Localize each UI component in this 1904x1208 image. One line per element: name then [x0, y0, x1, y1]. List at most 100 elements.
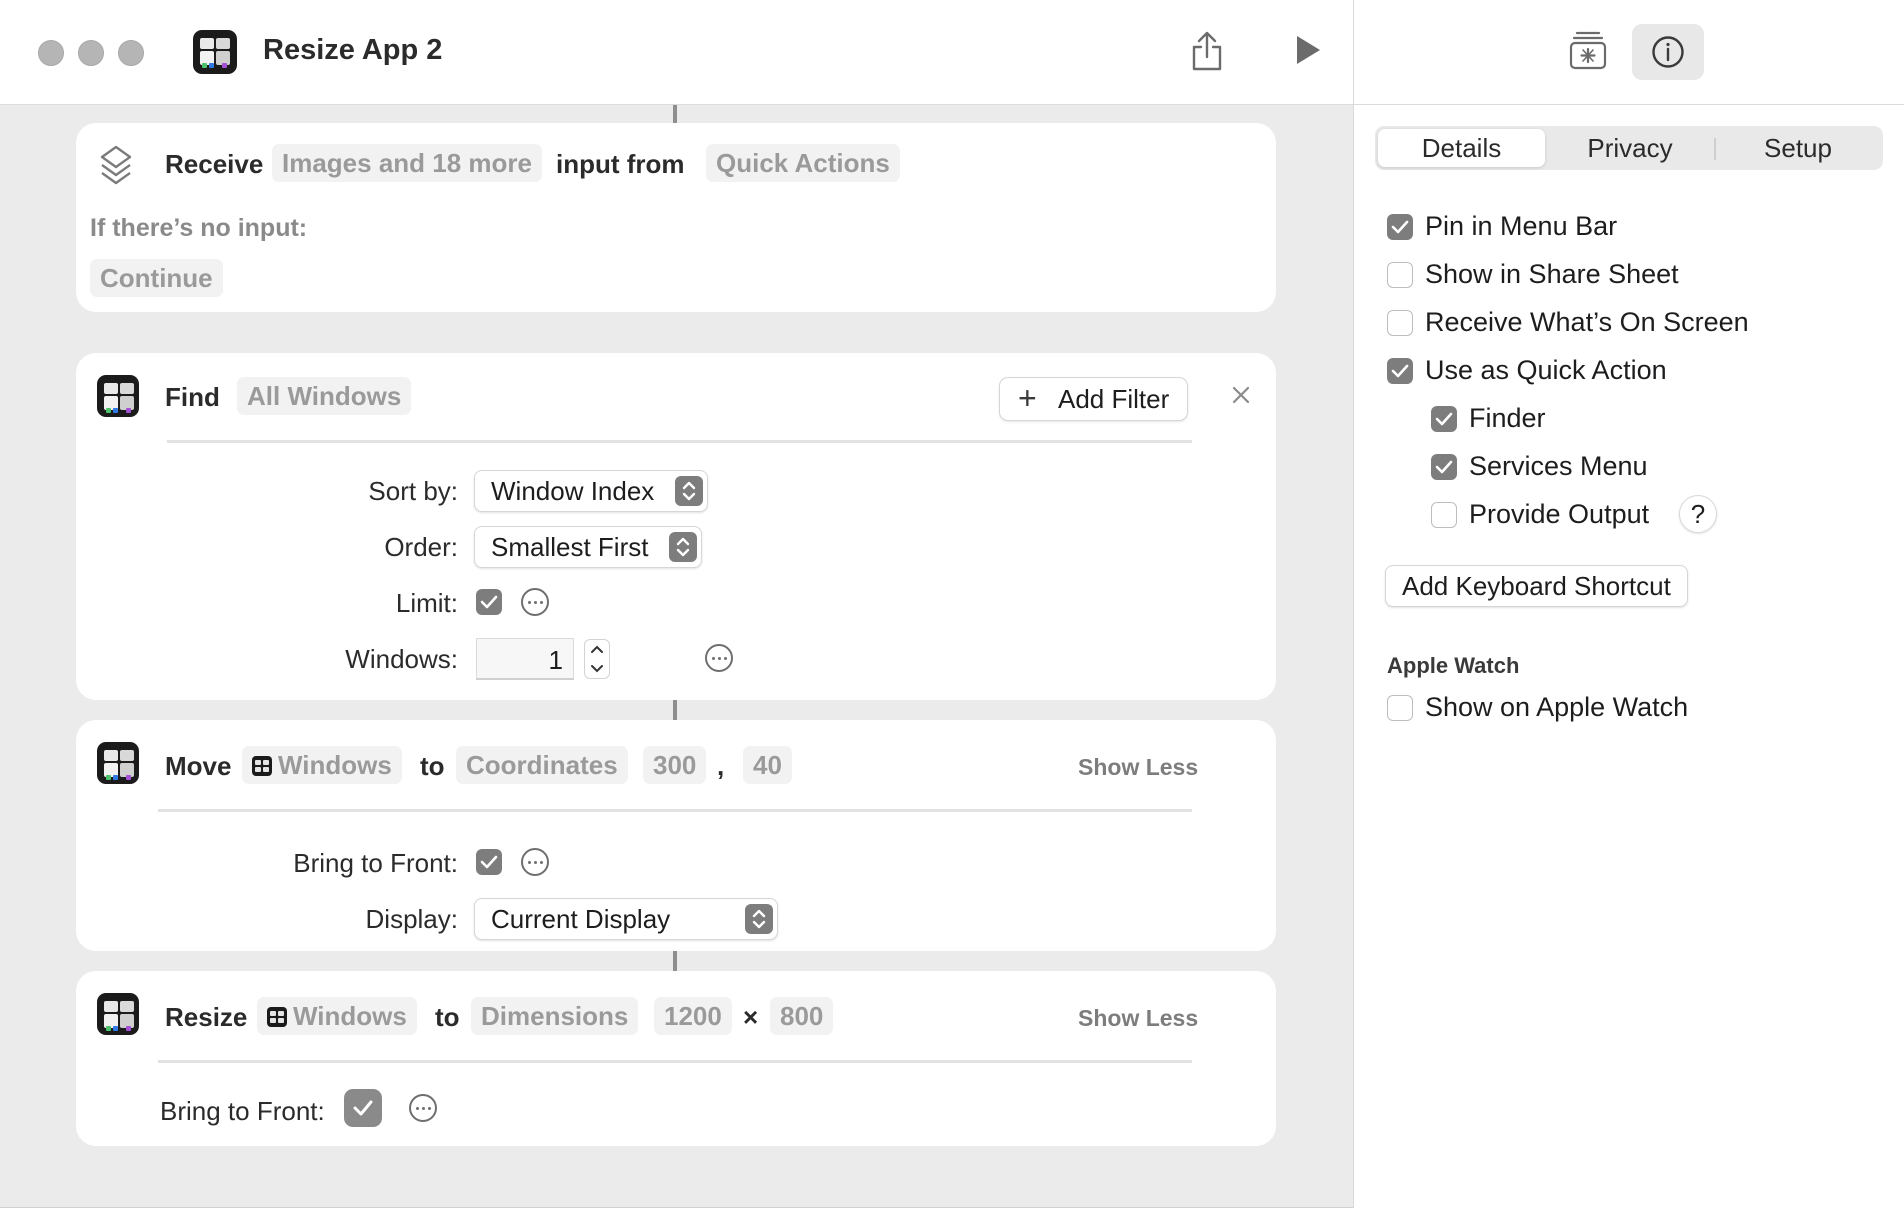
display-label: Display:	[365, 904, 458, 934]
move-verb: Move	[165, 751, 232, 781]
windows-count-field[interactable]: 1	[476, 638, 574, 680]
windows-count-label: Windows:	[345, 644, 458, 674]
find-verb: Find	[165, 382, 220, 412]
sort-by-label: Sort by:	[368, 476, 458, 506]
divider	[158, 809, 1192, 812]
title-bar: Resize App 2	[0, 0, 1353, 105]
services-menu-label: Services Menu	[1469, 451, 1648, 481]
more-options-icon[interactable]	[521, 848, 549, 876]
show-less-button[interactable]: Show Less	[1078, 1005, 1198, 1032]
windows-variable-icon	[252, 756, 272, 776]
display-popup[interactable]: Current Display	[474, 898, 778, 940]
resize-window-action-card[interactable]: Resize Windows to Dimensions 1200 × 800 …	[76, 971, 1276, 1146]
dimension-times-sign: ×	[743, 1002, 759, 1032]
app-action-icon	[97, 375, 139, 417]
details-sidebar: Details Privacy Setup Pin in Menu Bar Sh…	[1353, 0, 1904, 1208]
divider	[167, 440, 1192, 443]
editor-canvas: Receive Images and 18 more input from Qu…	[0, 105, 1353, 1208]
info-button[interactable]	[1632, 24, 1704, 80]
chevron-up-down-icon	[675, 476, 703, 506]
more-options-icon[interactable]	[409, 1094, 437, 1122]
info-icon	[1652, 36, 1684, 68]
finder-label: Finder	[1469, 403, 1546, 433]
limit-label: Limit:	[395, 588, 458, 618]
finder-checkbox[interactable]	[1431, 406, 1457, 432]
pin-in-menu-bar-checkbox[interactable]	[1387, 214, 1413, 240]
add-filter-label: Add Filter	[1058, 384, 1170, 414]
no-input-action-token[interactable]: Continue	[90, 259, 223, 297]
chevron-up-down-icon	[669, 532, 697, 562]
coordinate-comma: ,	[717, 751, 725, 781]
resize-width-token[interactable]: 1200	[654, 997, 732, 1035]
move-x-token[interactable]: 300	[643, 746, 707, 784]
use-as-quick-action-checkbox[interactable]	[1387, 358, 1413, 384]
receive-action-card[interactable]: Receive Images and 18 more input from Qu…	[76, 123, 1276, 312]
move-target-token[interactable]: Windows	[242, 746, 402, 784]
more-options-icon[interactable]	[705, 644, 733, 672]
more-options-icon[interactable]	[521, 588, 549, 616]
run-play-icon[interactable]	[1290, 30, 1326, 70]
limit-checkbox[interactable]	[476, 589, 502, 615]
order-value: Smallest First	[491, 532, 649, 562]
resize-target-label: Windows	[293, 1001, 407, 1031]
chevron-up-down-icon	[745, 904, 773, 934]
order-popup[interactable]: Smallest First	[474, 526, 702, 568]
move-to-label: to	[420, 751, 445, 781]
display-value: Current Display	[491, 904, 671, 934]
no-input-label: If there’s no input:	[90, 214, 308, 242]
order-label: Order:	[384, 532, 458, 562]
move-y-token[interactable]: 40	[743, 746, 792, 784]
find-windows-action-card[interactable]: Find All Windows + Add Filter Sort by: W…	[76, 353, 1276, 700]
tab-setup[interactable]: Setup	[1716, 129, 1880, 167]
minimize-window-button[interactable]	[78, 40, 104, 66]
resize-mode-token[interactable]: Dimensions	[471, 997, 639, 1035]
bring-to-front-label: Bring to Front:	[160, 1096, 325, 1126]
show-in-share-sheet-checkbox[interactable]	[1387, 262, 1413, 288]
receive-verb: Receive	[165, 149, 264, 179]
input-types-token[interactable]: Images and 18 more	[272, 144, 542, 182]
show-on-apple-watch-label: Show on Apple Watch	[1425, 692, 1689, 722]
resize-to-label: to	[435, 1002, 460, 1032]
windows-count-stepper[interactable]	[584, 639, 610, 679]
flow-connector	[673, 105, 677, 123]
move-window-action-card[interactable]: Move Windows to Coordinates 300 , 40 Sho…	[76, 720, 1276, 951]
window-title[interactable]: Resize App 2	[263, 34, 442, 67]
bring-to-front-checkbox[interactable]	[344, 1089, 382, 1127]
input-from-label: input from	[556, 149, 685, 179]
divider	[158, 1060, 1192, 1063]
apple-watch-heading: Apple Watch	[1387, 653, 1520, 678]
show-on-apple-watch-checkbox[interactable]	[1387, 695, 1413, 721]
receive-on-screen-label: Receive What’s On Screen	[1425, 307, 1749, 337]
share-icon[interactable]	[1185, 26, 1229, 76]
services-menu-checkbox[interactable]	[1431, 454, 1457, 480]
resize-target-token[interactable]: Windows	[257, 997, 417, 1035]
bring-to-front-checkbox[interactable]	[476, 849, 502, 875]
move-mode-token[interactable]: Coordinates	[456, 746, 628, 784]
zoom-window-button[interactable]	[118, 40, 144, 66]
add-keyboard-shortcut-button[interactable]: Add Keyboard Shortcut	[1385, 565, 1688, 607]
sidebar-tab-control: Details Privacy Setup	[1375, 126, 1883, 170]
receive-on-screen-checkbox[interactable]	[1387, 310, 1413, 336]
remove-action-close-icon[interactable]	[1229, 383, 1253, 407]
close-window-button[interactable]	[38, 40, 64, 66]
flow-connector	[673, 700, 677, 720]
find-target-token[interactable]: All Windows	[237, 377, 412, 415]
action-library-icon[interactable]	[1568, 28, 1608, 72]
plus-icon: +	[1018, 380, 1037, 416]
use-as-quick-action-label: Use as Quick Action	[1425, 355, 1667, 385]
help-button[interactable]: ?	[1679, 495, 1717, 533]
sort-by-value: Window Index	[491, 476, 655, 506]
shortcut-app-icon[interactable]	[193, 30, 237, 74]
provide-output-label: Provide Output	[1469, 499, 1650, 529]
show-less-button[interactable]: Show Less	[1078, 754, 1198, 781]
resize-height-token[interactable]: 800	[770, 997, 834, 1035]
tab-privacy[interactable]: Privacy	[1547, 129, 1713, 167]
app-action-icon	[97, 993, 139, 1035]
provide-output-checkbox[interactable]	[1431, 502, 1457, 528]
add-filter-button[interactable]: + Add Filter	[999, 377, 1189, 421]
input-source-token[interactable]: Quick Actions	[706, 144, 900, 182]
move-target-label: Windows	[278, 750, 392, 780]
app-action-icon	[97, 742, 139, 784]
sort-by-popup[interactable]: Window Index	[474, 470, 708, 512]
tab-details[interactable]: Details	[1378, 129, 1545, 167]
